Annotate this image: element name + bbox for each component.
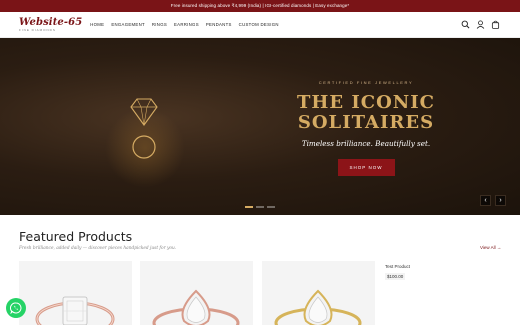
nav-rings[interactable]: RINGS: [152, 22, 167, 27]
carousel-prev-button[interactable]: ‹: [480, 195, 491, 206]
product-card-3[interactable]: [262, 261, 375, 325]
header-icons: [461, 20, 500, 29]
product-name[interactable]: Test Product: [385, 264, 410, 269]
pear-halo-gold-ring-icon: [274, 289, 362, 325]
logo-tagline: FINE DIAMONDS: [19, 27, 56, 32]
whatsapp-icon: [10, 302, 22, 314]
shop-now-button[interactable]: SHOP NOW: [337, 159, 395, 176]
carousel-next-button[interactable]: ›: [495, 195, 506, 206]
nav-pendants[interactable]: PENDANTS: [206, 22, 232, 27]
product-card-1[interactable]: [19, 261, 132, 325]
cart-icon[interactable]: [491, 20, 500, 29]
announcement-bar: Free insured shipping above ₹4,999 (Indi…: [0, 0, 520, 12]
hero-title-line-2: SOLITAIRES: [297, 112, 435, 133]
nav-earrings[interactable]: EARRINGS: [174, 22, 199, 27]
pear-halo-rose-ring-icon: [152, 289, 240, 325]
logo-text: Website-65: [19, 16, 83, 28]
announcement-text: Free insured shipping above ₹4,999 (Indi…: [170, 3, 350, 8]
product-card-2[interactable]: [140, 261, 253, 325]
hero-banner: CERTIFIED FINE JEWELLERY THE ICONIC SOLI…: [0, 38, 520, 215]
hero-title-line-1: THE ICONIC: [296, 92, 435, 113]
hero-title: THE ICONIC SOLITAIRES: [296, 93, 436, 133]
featured-title: Featured Products: [19, 229, 133, 244]
main-nav: HOME ENGAGEMENT RINGS EARRINGS PENDANTS …: [90, 22, 279, 27]
site-header: Website-65 FINE DIAMONDS HOME ENGAGEMENT…: [0, 12, 520, 38]
nav-engagement[interactable]: ENGAGEMENT: [111, 22, 145, 27]
search-icon[interactable]: [461, 20, 470, 29]
product-price: $100.00: [385, 273, 406, 280]
logo[interactable]: Website-65 FINE DIAMONDS: [19, 16, 83, 32]
carousel-dot-3[interactable]: [267, 206, 275, 208]
carousel-dot-2[interactable]: [256, 206, 264, 208]
emerald-cut-ring-icon: [35, 296, 115, 325]
ring-illustration-icon: [130, 98, 158, 159]
whatsapp-button[interactable]: [6, 298, 26, 318]
nav-home[interactable]: HOME: [90, 22, 104, 27]
nav-custom-design[interactable]: CUSTOM DESIGN: [239, 22, 279, 27]
carousel-dot-1[interactable]: [245, 206, 253, 208]
hero-content: CERTIFIED FINE JEWELLERY THE ICONIC SOLI…: [296, 80, 436, 176]
hero-subtitle: Timeless brilliance. Beautifully set.: [301, 139, 431, 148]
view-all-link[interactable]: View All →: [480, 245, 501, 250]
user-icon[interactable]: [476, 20, 485, 29]
featured-subtitle: Fresh brilliance, added daily — discover…: [19, 246, 177, 251]
carousel-dots: [245, 206, 275, 208]
hero-eyebrow: CERTIFIED FINE JEWELLERY: [318, 80, 414, 85]
page: Free insured shipping above ₹4,999 (Indi…: [0, 0, 520, 325]
